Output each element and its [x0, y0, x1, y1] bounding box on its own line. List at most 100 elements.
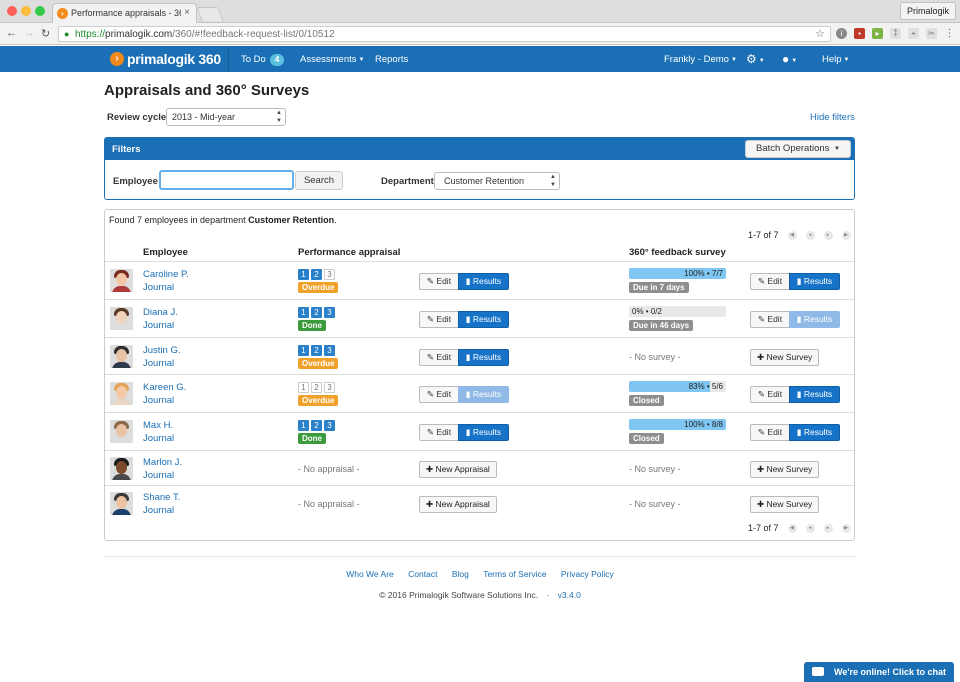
edit-survey-button[interactable]: ✎ Edit	[750, 273, 789, 290]
reload-icon[interactable]: ↻	[41, 27, 50, 40]
appraisal-results-button[interactable]: ▮ Results	[458, 311, 509, 328]
logo[interactable]: › primalogik 360	[110, 51, 221, 67]
appraisal-results-button[interactable]: ▮ Results	[458, 424, 509, 441]
nav-help[interactable]: Help ▼	[822, 54, 850, 65]
edit-survey-button[interactable]: ✎ Edit	[750, 386, 789, 403]
page-next-icon[interactable]: ▸	[823, 523, 833, 533]
appraisal-step[interactable]: 3	[324, 345, 335, 356]
survey-results-button[interactable]: ▮ Results	[789, 311, 840, 328]
star-icon[interactable]: ☆	[815, 27, 825, 40]
edit-appraisal-button[interactable]: ✎ Edit	[419, 311, 458, 328]
url-input[interactable]: ● https://primalogik.com/360/#!feedback-…	[58, 26, 831, 42]
new-survey-button[interactable]: ✚ New Survey	[750, 496, 820, 513]
user-icon[interactable]: ● ▼	[782, 52, 797, 66]
appraisal-step[interactable]: 2	[311, 307, 322, 318]
department-select[interactable]: Customer Retention ▲ ▼	[434, 172, 560, 190]
employee-name-link[interactable]: Max H.	[143, 420, 173, 431]
page-last-icon[interactable]: ▶	[841, 230, 851, 240]
nav-user-menu[interactable]: Frankly - Demo ▼	[664, 54, 737, 65]
employee-name-link[interactable]: Kareen G.	[143, 382, 186, 393]
page-prev-icon[interactable]: ◂	[805, 230, 815, 240]
browser-tab[interactable]: › Performance appraisals - 360 ×	[52, 3, 197, 23]
footer-link-who-we-are[interactable]: Who We Are	[346, 569, 394, 579]
employee-title-link[interactable]: Journal	[143, 358, 174, 369]
employee-title-link[interactable]: Journal	[143, 282, 174, 293]
employee-title-link[interactable]: Journal	[143, 433, 174, 444]
appraisal-step[interactable]: 3	[324, 269, 335, 280]
extension-icon[interactable]: ▸	[872, 28, 883, 39]
search-button[interactable]: Search	[295, 171, 343, 190]
info-extension-icon[interactable]: i	[836, 28, 847, 39]
employee-title-link[interactable]: Journal	[143, 470, 174, 481]
appraisal-step[interactable]: 1	[298, 382, 309, 393]
window-close-control[interactable]	[7, 6, 17, 16]
footer-link-terms[interactable]: Terms of Service	[483, 569, 546, 579]
appraisal-step[interactable]: 2	[311, 269, 322, 280]
survey-results-button[interactable]: ▮ Results	[789, 424, 840, 441]
employee-title-link[interactable]: Journal	[143, 505, 174, 516]
page-prev-icon[interactable]: ◂	[805, 523, 815, 533]
chat-widget-button[interactable]: We're online! Click to chat	[804, 662, 954, 682]
footer-link-blog[interactable]: Blog	[452, 569, 469, 579]
page-next-icon[interactable]: ▸	[823, 230, 833, 240]
nav-assessments[interactable]: Assessments ▼	[300, 54, 364, 65]
employee-search-input[interactable]	[159, 170, 294, 190]
employee-name-link[interactable]: Justin G.	[143, 345, 181, 356]
review-cycle-select[interactable]: 2013 - Mid-year ▲ ▼	[166, 108, 286, 126]
new-survey-button[interactable]: ✚ New Survey	[750, 461, 820, 478]
tab-close-icon[interactable]: ×	[184, 7, 190, 18]
new-appraisal-button[interactable]: ✚ New Appraisal	[419, 461, 497, 478]
employee-name-link[interactable]: Marlon J.	[143, 457, 182, 468]
appraisal-step[interactable]: 1	[298, 345, 309, 356]
edit-appraisal-button[interactable]: ✎ Edit	[419, 386, 458, 403]
appraisal-results-button[interactable]: ▮ Results	[458, 273, 509, 290]
extension-icon[interactable]: ▪	[854, 28, 865, 39]
appraisal-results-button[interactable]: ▮ Results	[458, 349, 509, 366]
appraisal-step[interactable]: 2	[311, 382, 322, 393]
page-first-icon[interactable]: ◀	[787, 523, 797, 533]
back-icon[interactable]: ←	[6, 27, 17, 39]
edit-appraisal-button[interactable]: ✎ Edit	[419, 273, 458, 290]
forward-icon[interactable]: →	[24, 27, 35, 39]
extension-icon[interactable]: ⁑	[890, 28, 901, 39]
employee-title-link[interactable]: Journal	[143, 395, 174, 406]
footer-link-privacy[interactable]: Privacy Policy	[561, 569, 614, 579]
appraisal-step[interactable]: 1	[298, 307, 309, 318]
batch-operations-button[interactable]: Batch Operations ▼	[745, 140, 851, 158]
new-survey-button[interactable]: ✚ New Survey	[750, 349, 820, 366]
hide-filters-link[interactable]: Hide filters	[810, 112, 855, 123]
employee-name-link[interactable]: Shane T.	[143, 492, 180, 503]
extension-icon[interactable]: ✂	[926, 28, 937, 39]
nav-todo[interactable]: To Do 4	[241, 54, 285, 66]
appraisal-step[interactable]: 1	[298, 269, 309, 280]
window-zoom-control[interactable]	[35, 6, 45, 16]
edit-survey-button[interactable]: ✎ Edit	[750, 311, 789, 328]
appraisal-step[interactable]: 3	[324, 307, 335, 318]
browser-menu-icon[interactable]: ⋮	[944, 28, 955, 39]
appraisal-step[interactable]: 3	[324, 382, 335, 393]
appraisal-step[interactable]: 1	[298, 420, 309, 431]
appraisal-step[interactable]: 3	[324, 420, 335, 431]
employee-title-link[interactable]: Journal	[143, 320, 174, 331]
edit-appraisal-button[interactable]: ✎ Edit	[419, 349, 458, 366]
profile-button[interactable]: Primalogik	[899, 2, 956, 20]
appraisal-step[interactable]: 2	[311, 420, 322, 431]
survey-results-button[interactable]: ▮ Results	[789, 273, 840, 290]
new-tab-button[interactable]	[196, 7, 224, 21]
nav-reports[interactable]: Reports	[375, 54, 408, 65]
employee-name-link[interactable]: Diana J.	[143, 307, 178, 318]
extension-icon[interactable]: ⌖	[908, 28, 919, 39]
new-appraisal-button[interactable]: ✚ New Appraisal	[419, 496, 497, 513]
page-first-icon[interactable]: ◀	[787, 230, 797, 240]
footer-link-contact[interactable]: Contact	[408, 569, 437, 579]
appraisal-results-button[interactable]: ▮ Results	[458, 386, 509, 403]
window-minimize-control[interactable]	[21, 6, 31, 16]
employee-name-link[interactable]: Caroline P.	[143, 269, 189, 280]
survey-results-button[interactable]: ▮ Results	[789, 386, 840, 403]
edit-survey-button[interactable]: ✎ Edit	[750, 424, 789, 441]
edit-appraisal-button[interactable]: ✎ Edit	[419, 424, 458, 441]
gear-icon[interactable]: ⚙ ▼	[746, 52, 765, 66]
appraisal-step[interactable]: 2	[311, 345, 322, 356]
page-last-icon[interactable]: ▶	[841, 523, 851, 533]
version-link[interactable]: v3.4.0	[558, 590, 581, 600]
